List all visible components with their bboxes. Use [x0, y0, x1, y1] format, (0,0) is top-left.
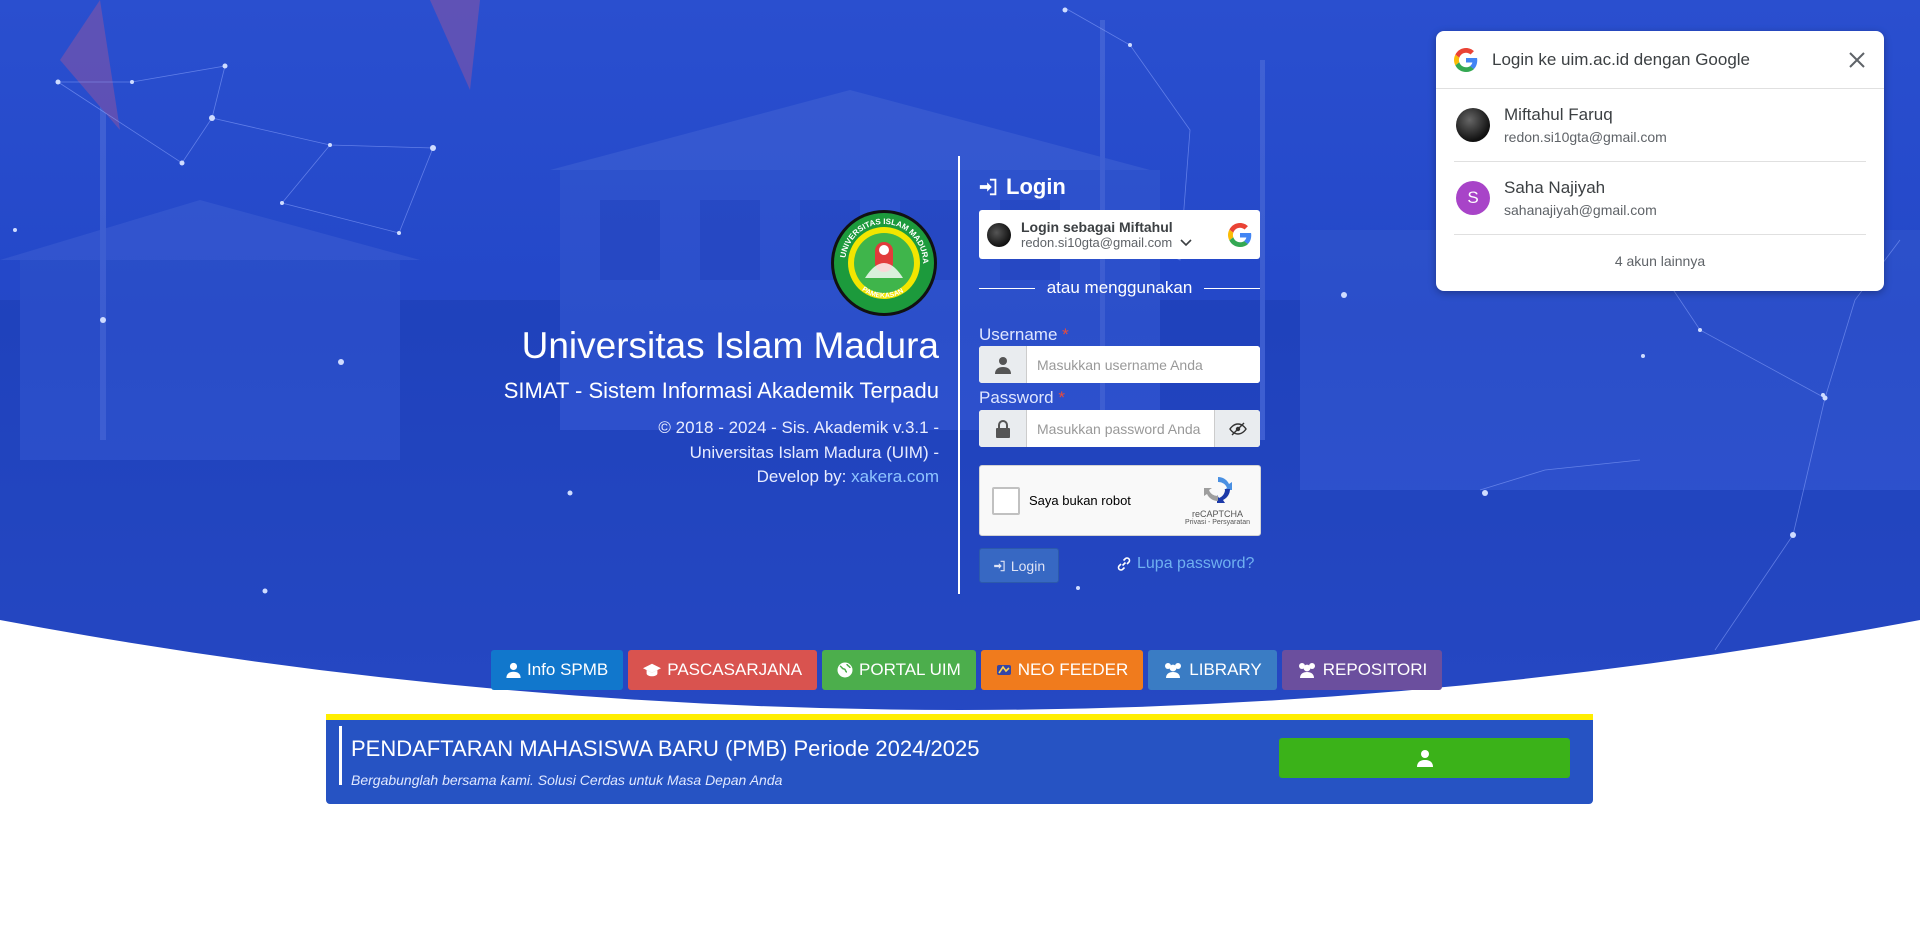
password-label: Password *: [979, 388, 1065, 407]
username-label: Username *: [979, 325, 1069, 344]
pmb-banner: PENDAFTARAN MAHASISWA BARU (PMB) Periode…: [326, 720, 1593, 804]
avatar: S: [1456, 181, 1490, 215]
developer-prefix: Develop by:: [756, 467, 847, 486]
account-name: Miftahul Faruq: [1504, 105, 1613, 124]
username-field-group: [979, 346, 1260, 383]
google-one-tap-popup: Login ke uim.ac.id dengan Google Miftahu…: [1436, 31, 1884, 291]
neo-feeder-icon: [996, 665, 1011, 675]
quick-links-bar: Info SPMB PASCASARJANA PORTAL UIM NEO FE…: [491, 650, 1443, 690]
sign-in-icon: [994, 560, 1005, 571]
users-icon: [1298, 663, 1315, 678]
system-name: SIMAT - Sistem Informasi Akademik Terpad…: [503, 378, 939, 403]
university-name: Universitas Islam Madura: [521, 325, 939, 366]
forgot-password-label: Lupa password?: [1137, 555, 1255, 572]
more-accounts-link[interactable]: 4 akun lainnya: [1436, 235, 1884, 269]
university-logo: UNIVERSITAS ISLAM MADURA PAMEKASAN: [831, 210, 937, 316]
google-login-button[interactable]: Login sebagai Miftahul redon.si10gta@gma…: [979, 210, 1260, 259]
recaptcha-links[interactable]: Privasi - Persyaratan: [1185, 519, 1250, 526]
repositori-button[interactable]: REPOSITORI: [1281, 650, 1443, 690]
forgot-password-link[interactable]: Lupa password?: [1116, 555, 1254, 573]
vertical-divider: [958, 156, 960, 594]
lock-icon: [979, 410, 1027, 447]
pmb-title: PENDAFTARAN MAHASISWA BARU (PMB) Periode…: [351, 736, 980, 761]
google-login-title: Login sebagai Miftahul: [1021, 218, 1173, 235]
chevron-down-icon: [1180, 238, 1192, 246]
login-heading: Login: [978, 174, 1066, 200]
eye-slash-icon[interactable]: [1214, 410, 1260, 447]
recaptcha-icon: [1203, 476, 1232, 503]
link-icon: [1117, 557, 1131, 571]
avatar: [987, 222, 1011, 247]
copyright-line-2: Universitas Islam Madura (UIM) -: [689, 442, 939, 462]
account-option-1[interactable]: Miftahul Faruq redon.si10gta@gmail.com: [1454, 89, 1866, 162]
pmb-banner-bar: [339, 726, 342, 785]
user-icon: [506, 662, 521, 678]
google-icon: [1228, 222, 1252, 247]
recaptcha-label: Saya bukan robot: [1029, 493, 1131, 508]
copyright-block: © 2018 - 2024 - Sis. Akademik v.3.1 - Un…: [658, 416, 939, 490]
account-option-2[interactable]: S Saha Najiyah sahanajiyah@gmail.com: [1454, 162, 1866, 235]
google-login-email: redon.si10gta@gmail.com: [1021, 234, 1173, 250]
login-submit-label: Login: [1010, 557, 1046, 574]
account-email: sahanajiyah@gmail.com: [1504, 202, 1657, 218]
pmb-register-button[interactable]: [1279, 738, 1570, 778]
info-spmb-button[interactable]: Info SPMB: [491, 650, 624, 690]
developer-link[interactable]: xakera.com: [851, 467, 939, 486]
recaptcha-brand: reCAPTCHA: [1192, 509, 1244, 519]
account-name: Saha Najiyah: [1504, 178, 1606, 197]
login-title: Login: [1006, 174, 1066, 199]
avatar: [1456, 108, 1490, 142]
globe-icon: [837, 662, 853, 678]
password-field-group: [979, 410, 1260, 447]
library-button[interactable]: LIBRARY: [1148, 650, 1277, 690]
recaptcha-checkbox[interactable]: [992, 487, 1020, 515]
graduation-cap-icon: [643, 663, 662, 677]
username-input[interactable]: [1027, 346, 1260, 383]
portal-uim-button[interactable]: PORTAL UIM: [822, 650, 976, 690]
sign-in-icon: [979, 178, 997, 196]
copyright-line-1: © 2018 - 2024 - Sis. Akademik v.3.1 -: [658, 418, 939, 437]
neo-feeder-button[interactable]: NEO FEEDER: [980, 650, 1144, 690]
recaptcha-widget: Saya bukan robot reCAPTCHA Privasi - Per…: [979, 465, 1261, 536]
account-email: redon.si10gta@gmail.com: [1504, 129, 1667, 145]
or-text: atau menggunakan: [1046, 278, 1193, 297]
developer-line: Develop by: xakera.com: [658, 465, 939, 490]
user-icon: [979, 346, 1027, 383]
google-icon: [1454, 47, 1478, 72]
or-separator: atau menggunakan: [979, 278, 1260, 298]
login-submit-button[interactable]: Login: [979, 548, 1059, 583]
pascasarjana-button[interactable]: PASCASARJANA: [628, 650, 818, 690]
users-icon: [1165, 663, 1182, 678]
close-icon[interactable]: [1848, 51, 1866, 69]
popup-title: Login ke uim.ac.id dengan Google: [1492, 49, 1751, 69]
password-input[interactable]: [1027, 410, 1214, 447]
recaptcha-branding: reCAPTCHA Privasi - Persyaratan: [1185, 474, 1250, 526]
pmb-subtitle: Bergabunglah bersama kami. Solusi Cerdas…: [351, 772, 783, 788]
user-icon: [1416, 750, 1433, 767]
